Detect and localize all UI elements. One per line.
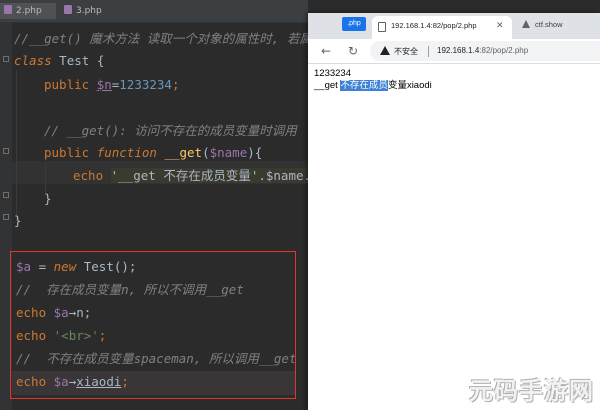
php-page-tab[interactable]: .php xyxy=(342,17,366,31)
code-line-2: class Test { xyxy=(14,53,105,68)
browser-window: .php 192.168.1.4:82/pop/2.php ✕ ctf.show… xyxy=(308,13,600,410)
editor-tab-label: 2.php xyxy=(16,6,42,16)
php-file-icon xyxy=(64,5,72,14)
page-favicon-icon xyxy=(378,22,386,32)
address-separator xyxy=(428,46,429,57)
fold-marker-icon[interactable] xyxy=(3,148,9,154)
warning-triangle-icon[interactable] xyxy=(380,46,390,55)
code-line-6: echo '__get 不存在成员变量'.$name.' xyxy=(73,167,308,185)
fold-marker-icon[interactable] xyxy=(3,192,9,198)
output-line-2: __get 不存在成员变量xiaodi xyxy=(314,80,432,91)
editor-tab-2-php[interactable]: 2.php xyxy=(0,3,56,19)
editor-tab-label: 3.php xyxy=(76,6,102,16)
fold-marker-icon[interactable] xyxy=(3,56,9,62)
address-bar[interactable]: 不安全 192.168.1.4:82/pop/2.php xyxy=(370,41,600,61)
indent-guide xyxy=(16,70,17,220)
selected-text: 不存在成员 xyxy=(340,80,388,91)
browser-tab-ctfshow[interactable]: ctf.show xyxy=(522,20,563,34)
site-watermark: 元码手游网 xyxy=(469,377,594,405)
browser-tab-title: ctf.show xyxy=(535,20,563,29)
code-line-5: public function __get($name){ xyxy=(44,145,263,160)
security-label[interactable]: 不安全 xyxy=(394,46,418,57)
browser-tab-bar: .php 192.168.1.4:82/pop/2.php ✕ ctf.show xyxy=(308,13,600,39)
reload-icon[interactable]: ↻ xyxy=(345,43,361,59)
back-arrow-icon[interactable]: ← xyxy=(318,43,334,59)
annotation-red-box xyxy=(10,251,296,399)
browser-tab-title: 192.168.1.4:82/pop/2.php xyxy=(391,21,477,30)
code-line-1: //__get() 魔术方法 读取一个对象的属性时, 若属性 xyxy=(14,31,308,46)
browser-tab-active[interactable]: 192.168.1.4:82/pop/2.php ✕ xyxy=(372,16,512,39)
editor-tab-bar: 2.php 3.php xyxy=(0,0,308,23)
editor-tab-3-php[interactable]: 3.php xyxy=(64,3,102,19)
code-line-3: public $n=1233234; xyxy=(44,77,180,92)
code-line-4: // __get(): 访问不存在的成员变量时调用 xyxy=(44,123,297,138)
code-editor[interactable]: 2.php 3.php //__get() 魔术方法 读取一个对象的属性时, 若… xyxy=(0,0,308,410)
fold-marker-icon[interactable] xyxy=(3,214,9,220)
url-text[interactable]: 192.168.1.4:82/pop/2.php xyxy=(437,46,528,55)
close-tab-icon[interactable]: ✕ xyxy=(496,20,504,31)
php-file-icon xyxy=(4,5,12,14)
string-literal: '__get 不存在成员变量'.$name.' xyxy=(110,168,308,183)
browser-toolbar: ← ↻ 不安全 192.168.1.4:82/pop/2.php xyxy=(308,39,600,64)
output-line-1: 1233234 xyxy=(314,68,351,79)
page-content: 1233234 __get 不存在成员变量xiaodi xyxy=(314,68,596,92)
code-line-8: } xyxy=(14,213,22,228)
code-line-7: } xyxy=(44,191,52,206)
indent-guide xyxy=(45,163,46,193)
ctfshow-favicon-icon xyxy=(522,20,530,28)
